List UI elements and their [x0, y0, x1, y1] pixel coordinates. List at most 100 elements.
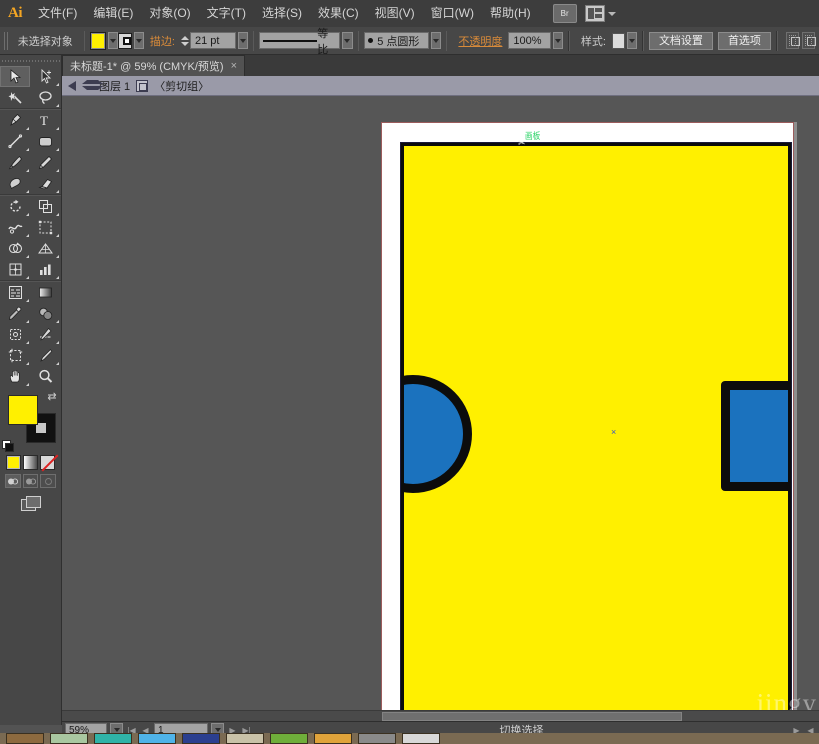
menu-item-view[interactable]: 视图(V)	[367, 0, 423, 27]
menu-item-edit[interactable]: 编辑(E)	[85, 0, 141, 27]
menu-item-select[interactable]: 选择(S)	[254, 0, 310, 27]
taskbar-app[interactable]	[358, 733, 396, 744]
taskbar-app[interactable]	[402, 733, 440, 744]
taskbar-app[interactable]	[50, 733, 88, 744]
pencil-tool[interactable]	[30, 152, 60, 173]
menu-item-window[interactable]: 窗口(W)	[423, 0, 482, 27]
paintbrush-tool[interactable]	[0, 152, 30, 173]
hand-tool[interactable]	[0, 366, 30, 387]
breadcrumb-group-label[interactable]: 〈剪切组〉	[154, 78, 209, 94]
stroke-color-swatch[interactable]	[117, 32, 132, 49]
taskbar-app[interactable]	[138, 733, 176, 744]
menu-item-file[interactable]: 文件(F)	[30, 0, 85, 27]
graphic-style-swatch[interactable]	[611, 32, 626, 49]
lasso-tool[interactable]	[30, 87, 60, 108]
symbol-sprayer-tool[interactable]	[0, 282, 30, 303]
rotate-tool[interactable]	[0, 196, 30, 217]
color-mode-button[interactable]	[6, 455, 21, 470]
svg-text:T: T	[40, 113, 48, 128]
stroke-weight-stepper[interactable]	[180, 32, 189, 49]
perspective-grid-tool[interactable]	[30, 238, 60, 259]
fill-color-indicator[interactable]	[8, 395, 38, 425]
pen-tool[interactable]	[0, 110, 30, 131]
menu-item-effect[interactable]: 效果(C)	[310, 0, 367, 27]
gradient-mode-button[interactable]	[23, 455, 38, 470]
default-fill-stroke-icon[interactable]	[2, 440, 14, 452]
menu-item-help[interactable]: 帮助(H)	[482, 0, 539, 27]
blue-circle-shape[interactable]	[401, 375, 472, 493]
screen-mode-button[interactable]	[0, 488, 61, 511]
mesh-tool[interactable]	[0, 259, 30, 280]
canvas-area[interactable]: × 画板 ✂ jingy	[62, 96, 819, 721]
eraser-tool[interactable]	[30, 173, 60, 194]
blue-rectangle-shape[interactable]	[721, 381, 791, 491]
stroke-profile-chevron-down-icon[interactable]	[342, 32, 353, 49]
draw-normal-icon[interactable]	[5, 474, 21, 488]
document-tab[interactable]: 未标题-1* @ 59% (CMYK/预览) ×	[62, 55, 246, 76]
document-tab-bar: 未标题-1* @ 59% (CMYK/预览) ×	[62, 55, 819, 77]
brush-definition-select[interactable]: 5 点圆形	[364, 32, 429, 49]
stroke-color-chevron-down-icon[interactable]	[133, 32, 144, 49]
layers-icon[interactable]	[82, 79, 103, 92]
preferences-button[interactable]: 首选项	[717, 31, 771, 50]
blob-brush-tool[interactable]	[0, 173, 30, 194]
scale-tool[interactable]	[30, 196, 60, 217]
shape-builder-tool[interactable]	[0, 238, 30, 259]
brush-definition-chevron-down-icon[interactable]	[430, 32, 441, 49]
fill-color-swatch[interactable]	[90, 31, 106, 50]
toolbox-grip[interactable]	[0, 55, 61, 66]
draw-inside-icon[interactable]	[40, 474, 57, 488]
none-mode-button[interactable]	[40, 455, 55, 470]
type-tool[interactable]: T	[30, 110, 60, 131]
arrange-documents-icon[interactable]	[584, 5, 605, 22]
crop-area-tool[interactable]	[0, 345, 30, 366]
stroke-profile-select[interactable]: 等比	[259, 28, 341, 56]
taskbar-app[interactable]	[226, 733, 264, 744]
draw-behind-icon[interactable]	[22, 474, 39, 488]
slice-tool[interactable]	[30, 324, 60, 345]
taskbar-app[interactable]	[94, 733, 132, 744]
opacity-input[interactable]: 100%	[508, 32, 552, 49]
horizontal-scrollbar-thumb[interactable]	[382, 712, 682, 721]
stroke-weight-input[interactable]: 21 pt	[189, 32, 236, 49]
taskbar-app[interactable]	[6, 733, 44, 744]
blend-tool[interactable]	[30, 303, 60, 324]
knife-tool[interactable]	[30, 345, 60, 366]
menu-item-type[interactable]: 文字(T)	[199, 0, 254, 27]
taskbar-app[interactable]	[314, 733, 352, 744]
column-graph-tool[interactable]	[30, 259, 60, 280]
gradient-tool[interactable]	[30, 282, 60, 303]
back-arrow-icon[interactable]	[68, 80, 76, 91]
divider	[83, 30, 86, 51]
opacity-chevron-down-icon[interactable]	[553, 32, 564, 49]
warp-tool[interactable]	[0, 217, 30, 238]
magic-wand-tool[interactable]	[0, 87, 30, 108]
stroke-weight-label[interactable]: 描边:	[150, 33, 175, 49]
eyedropper-tool[interactable]	[0, 303, 30, 324]
selection-tool[interactable]	[0, 66, 30, 87]
zoom-tool[interactable]	[30, 366, 60, 387]
menu-item-object[interactable]: 对象(O)	[141, 0, 198, 27]
swap-fill-stroke-icon[interactable]: ⇄	[46, 391, 58, 403]
close-icon[interactable]: ×	[231, 60, 237, 72]
free-transform-tool[interactable]	[30, 217, 60, 238]
taskbar-app[interactable]	[182, 733, 220, 744]
stroke-weight-chevron-down-icon[interactable]	[237, 32, 248, 49]
document-setup-button[interactable]: 文档设置	[648, 31, 713, 50]
bridge-button[interactable]: Br	[552, 4, 577, 23]
divider	[357, 30, 360, 51]
taskbar-app[interactable]	[270, 733, 308, 744]
artboard-tool[interactable]	[0, 324, 30, 345]
transform-objects-icon[interactable]	[801, 32, 816, 49]
control-bar-grip[interactable]	[4, 31, 8, 50]
graphic-style-chevron-down-icon[interactable]	[627, 32, 638, 49]
rectangle-tool[interactable]	[30, 131, 60, 152]
arrange-documents-chevron-down-icon[interactable]	[607, 11, 616, 16]
breadcrumb-layer-label[interactable]: 图层 1	[99, 78, 130, 94]
direct-selection-tool[interactable]	[30, 66, 60, 87]
align-objects-icon[interactable]	[785, 32, 800, 49]
line-segment-tool[interactable]	[0, 131, 30, 152]
opacity-label[interactable]: 不透明度	[458, 33, 502, 49]
artboard[interactable]: ×	[400, 142, 792, 721]
fill-color-chevron-down-icon[interactable]	[107, 32, 118, 49]
